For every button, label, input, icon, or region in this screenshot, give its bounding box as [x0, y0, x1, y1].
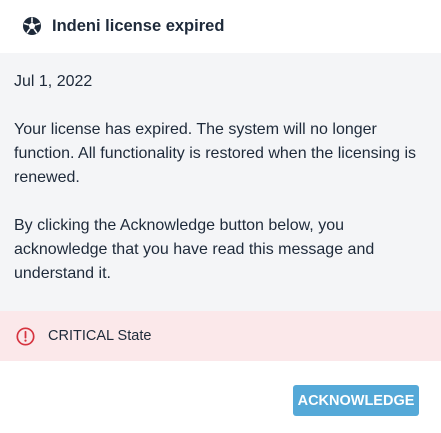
message-paragraph-acknowledge: By clicking the Acknowledge button below… [14, 217, 375, 282]
message-date: Jul 1, 2022 [14, 73, 93, 90]
alert-circle-icon [16, 327, 35, 346]
dialog-header: Indeni license expired [0, 0, 441, 53]
license-expired-dialog: Indeni license expired Jul 1, 2022 Your … [0, 0, 441, 433]
soccer-ball-icon [22, 16, 42, 36]
dialog-title: Indeni license expired [52, 17, 225, 35]
message-paragraph-expired: Your license has expired. The system wil… [14, 121, 416, 186]
critical-state-banner: CRITICAL State [0, 311, 441, 361]
acknowledge-button[interactable]: ACKNOWLEDGE [293, 385, 419, 416]
state-label: CRITICAL State [48, 328, 152, 344]
